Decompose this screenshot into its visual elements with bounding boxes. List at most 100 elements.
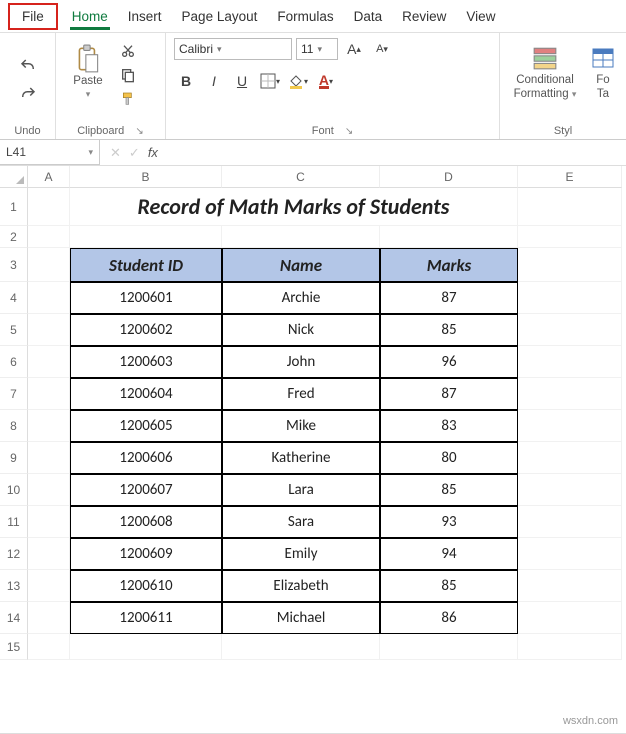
- column-header[interactable]: E: [518, 166, 622, 188]
- column-header[interactable]: C: [222, 166, 380, 188]
- fill-color-button[interactable]: ▾: [286, 69, 310, 93]
- cell[interactable]: [518, 378, 622, 410]
- cell-id[interactable]: 1200602: [70, 314, 222, 346]
- cell-marks[interactable]: 83: [380, 410, 518, 442]
- row-header[interactable]: 4: [0, 282, 28, 314]
- borders-button[interactable]: ▾: [258, 69, 282, 93]
- table-header-id[interactable]: Student ID: [70, 248, 222, 282]
- dialog-launcher-icon[interactable]: ↘: [135, 126, 143, 137]
- cell[interactable]: [28, 226, 70, 248]
- row-header[interactable]: 7: [0, 378, 28, 410]
- dialog-launcher-icon[interactable]: ↘: [345, 126, 353, 137]
- cell[interactable]: [28, 442, 70, 474]
- cell[interactable]: [518, 188, 622, 226]
- cell[interactable]: [28, 314, 70, 346]
- column-header[interactable]: A: [28, 166, 70, 188]
- cell[interactable]: [518, 442, 622, 474]
- row-header[interactable]: 13: [0, 570, 28, 602]
- row-header[interactable]: 5: [0, 314, 28, 346]
- cell-name[interactable]: Emily: [222, 538, 380, 570]
- tab-view[interactable]: View: [456, 3, 505, 30]
- cell-id[interactable]: 1200608: [70, 506, 222, 538]
- cell[interactable]: [28, 570, 70, 602]
- fx-icon[interactable]: fx: [148, 145, 158, 160]
- cell-name[interactable]: Fred: [222, 378, 380, 410]
- cell[interactable]: [28, 602, 70, 634]
- format-as-table-button[interactable]: Fo Ta: [588, 37, 618, 107]
- cell-marks[interactable]: 93: [380, 506, 518, 538]
- tab-formulas[interactable]: Formulas: [267, 3, 343, 30]
- cell[interactable]: [70, 226, 222, 248]
- row-header[interactable]: 6: [0, 346, 28, 378]
- cell-id[interactable]: 1200610: [70, 570, 222, 602]
- cell[interactable]: [28, 634, 70, 660]
- cell[interactable]: [28, 506, 70, 538]
- cell[interactable]: [28, 346, 70, 378]
- cell-id[interactable]: 1200604: [70, 378, 222, 410]
- cell-marks[interactable]: 87: [380, 282, 518, 314]
- cell[interactable]: [518, 538, 622, 570]
- row-header[interactable]: 8: [0, 410, 28, 442]
- cell-id[interactable]: 1200611: [70, 602, 222, 634]
- cell[interactable]: [380, 634, 518, 660]
- row-header[interactable]: 15: [0, 634, 28, 660]
- cell[interactable]: [518, 346, 622, 378]
- cancel-icon[interactable]: ✕: [110, 145, 121, 161]
- cell-name[interactable]: John: [222, 346, 380, 378]
- tab-page-layout[interactable]: Page Layout: [172, 3, 268, 30]
- row-header[interactable]: 2: [0, 226, 28, 248]
- select-all-corner[interactable]: [0, 166, 28, 188]
- cell[interactable]: [28, 410, 70, 442]
- cell-name[interactable]: Mike: [222, 410, 380, 442]
- row-header[interactable]: 3: [0, 248, 28, 282]
- cell[interactable]: [518, 314, 622, 346]
- cell[interactable]: [222, 226, 380, 248]
- decrease-font-button[interactable]: A▾: [370, 37, 394, 61]
- tab-home[interactable]: Home: [62, 3, 118, 30]
- cell[interactable]: [222, 634, 380, 660]
- table-header-marks[interactable]: Marks: [380, 248, 518, 282]
- row-header[interactable]: 10: [0, 474, 28, 506]
- cell[interactable]: [518, 602, 622, 634]
- sheet-title[interactable]: Record of Math Marks of Students: [70, 188, 518, 226]
- cell[interactable]: [518, 226, 622, 248]
- cell-marks[interactable]: 85: [380, 314, 518, 346]
- cell-marks[interactable]: 85: [380, 570, 518, 602]
- cell-id[interactable]: 1200609: [70, 538, 222, 570]
- cell[interactable]: [380, 226, 518, 248]
- cell-marks[interactable]: 96: [380, 346, 518, 378]
- table-header-name[interactable]: Name: [222, 248, 380, 282]
- cell-name[interactable]: Michael: [222, 602, 380, 634]
- cell[interactable]: [70, 634, 222, 660]
- row-header[interactable]: 14: [0, 602, 28, 634]
- formula-input[interactable]: [168, 140, 626, 165]
- cell[interactable]: [28, 188, 70, 226]
- cell[interactable]: [28, 538, 70, 570]
- cut-button[interactable]: [118, 41, 138, 61]
- tab-review[interactable]: Review: [392, 3, 456, 30]
- name-box[interactable]: L41▾: [0, 140, 100, 165]
- cell[interactable]: [518, 410, 622, 442]
- cell-name[interactable]: Sara: [222, 506, 380, 538]
- redo-button[interactable]: [18, 84, 38, 104]
- cell[interactable]: [28, 248, 70, 282]
- cell-marks[interactable]: 80: [380, 442, 518, 474]
- cell[interactable]: [518, 474, 622, 506]
- tab-file[interactable]: File: [8, 3, 58, 30]
- row-header[interactable]: 12: [0, 538, 28, 570]
- undo-button[interactable]: [18, 56, 38, 76]
- cell-name[interactable]: Lara: [222, 474, 380, 506]
- cell-marks[interactable]: 86: [380, 602, 518, 634]
- italic-button[interactable]: I: [202, 69, 226, 93]
- row-header[interactable]: 1: [0, 188, 28, 226]
- cell[interactable]: [28, 378, 70, 410]
- font-size-combo[interactable]: 11▾: [296, 38, 338, 60]
- cell[interactable]: [518, 248, 622, 282]
- column-header[interactable]: B: [70, 166, 222, 188]
- cell-name[interactable]: Katherine: [222, 442, 380, 474]
- underline-button[interactable]: U: [230, 69, 254, 93]
- cell-id[interactable]: 1200605: [70, 410, 222, 442]
- font-name-combo[interactable]: Calibri▾: [174, 38, 292, 60]
- paste-button[interactable]: Paste ▾: [64, 37, 112, 107]
- increase-font-button[interactable]: A▴: [342, 37, 366, 61]
